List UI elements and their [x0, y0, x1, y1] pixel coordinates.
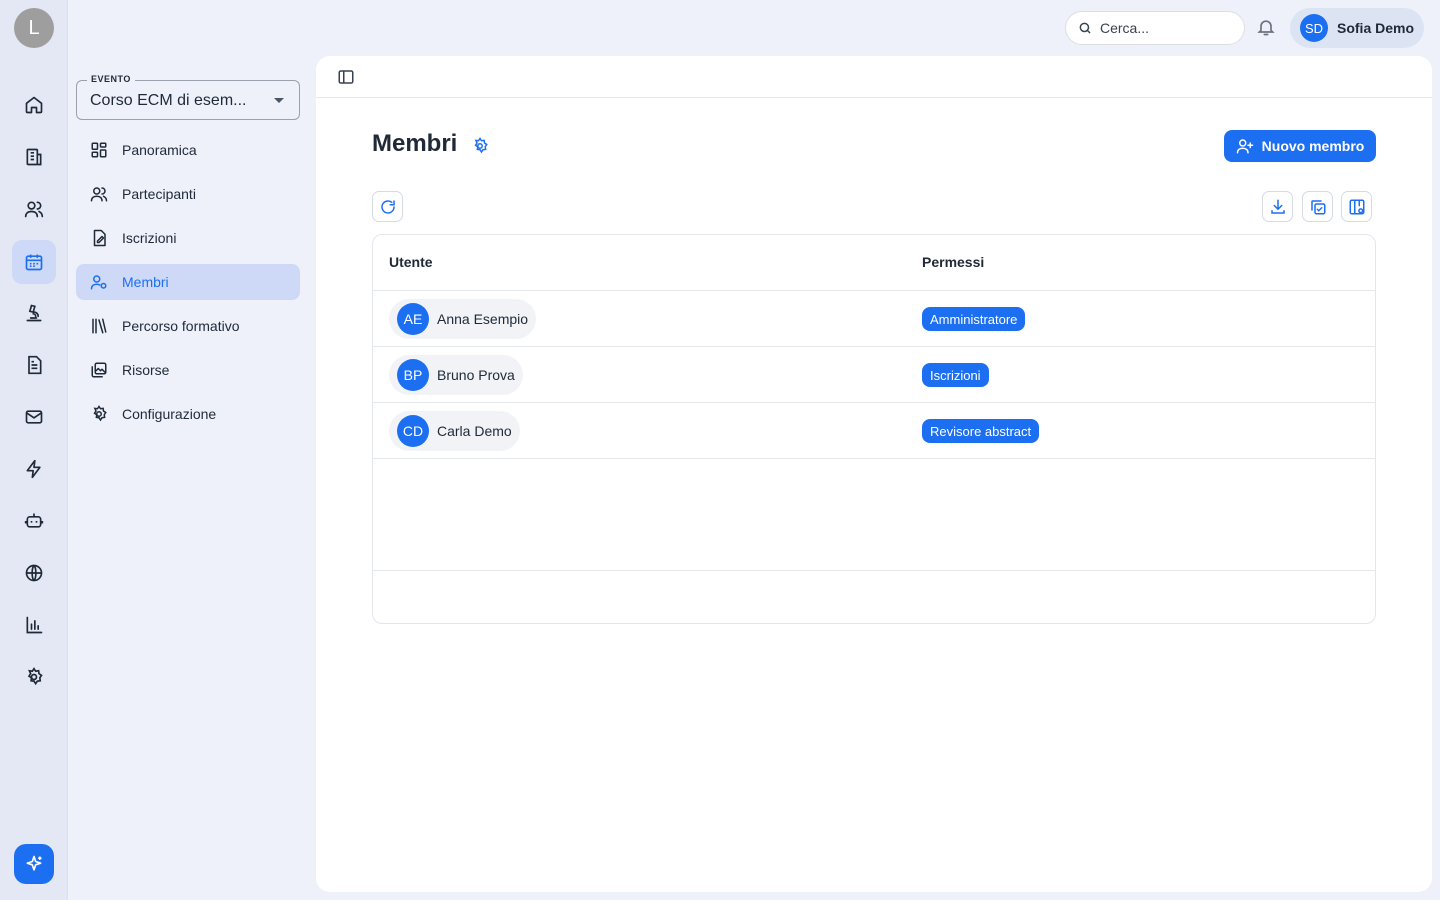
rail-home[interactable]: [12, 83, 56, 127]
columns-settings-icon: [1349, 199, 1364, 214]
gear-icon: [93, 405, 107, 422]
sidebar-item-label: Partecipanti: [122, 186, 196, 202]
user-name: Anna Esempio: [437, 311, 529, 327]
column-header-utente[interactable]: Utente: [389, 254, 433, 270]
users-icon: [24, 201, 44, 218]
avatar: CD: [397, 415, 429, 447]
images-icon: [91, 362, 107, 378]
search-icon: [1079, 22, 1091, 34]
sidebar-item-label: Iscrizioni: [122, 230, 177, 246]
new-member-button[interactable]: Nuovo membro: [1224, 130, 1376, 162]
home-icon: [25, 96, 43, 114]
notifications-button[interactable]: [1256, 17, 1278, 39]
sidebar-item-membri[interactable]: Membri: [76, 264, 300, 300]
sidebar-item-label: Percorso formativo: [122, 318, 240, 334]
bar-chart-icon: [26, 616, 43, 634]
sidebar-item-partecipanti[interactable]: Partecipanti: [76, 176, 300, 212]
sidebar-item-label: Panoramica: [122, 142, 197, 158]
table-header: Utente Permessi: [373, 235, 1375, 291]
table-footer: [373, 570, 1375, 571]
app-rail: L: [0, 0, 68, 900]
page-settings-button[interactable]: [471, 137, 489, 155]
search-placeholder: Cerca...: [1100, 20, 1150, 36]
event-select-label: EVENTO: [87, 74, 135, 84]
rail-analytics[interactable]: [12, 603, 56, 647]
main-panel: Membri Nuovo membro Utente Permessi AE A…: [316, 56, 1432, 892]
user-chip[interactable]: BP Bruno Prova: [389, 355, 523, 395]
permission-badge: Iscrizioni: [922, 363, 989, 387]
user-chip[interactable]: AE Anna Esempio: [389, 299, 537, 339]
users-icon: [90, 187, 108, 202]
workspace-avatar[interactable]: L: [14, 8, 54, 48]
column-header-permessi[interactable]: Permessi: [922, 254, 984, 270]
rail-mail[interactable]: [12, 395, 56, 439]
sidebar-item-panoramica[interactable]: Panoramica: [76, 132, 300, 168]
library-icon: [92, 318, 107, 334]
permission-badge: Revisore abstract: [922, 419, 1040, 443]
user-name: Sofia Demo: [1337, 20, 1415, 36]
mail-icon: [25, 410, 43, 424]
user-chip[interactable]: CD Carla Demo: [389, 411, 520, 451]
add-user-icon: [1236, 139, 1253, 154]
microscope-icon: [26, 304, 42, 322]
globe-icon: [25, 564, 43, 582]
user-menu[interactable]: SD Sofia Demo: [1290, 8, 1424, 48]
sidebar-toggle-button[interactable]: [337, 68, 355, 86]
page-title: Membri: [372, 130, 458, 157]
rail-automations[interactable]: [12, 447, 56, 491]
sidebar-item-label: Risorse: [122, 362, 170, 378]
sidebar-toggle-icon: [338, 70, 354, 84]
user-avatar: SD: [1300, 14, 1328, 42]
download-button[interactable]: [1262, 191, 1293, 222]
sidebar-item-risorse[interactable]: Risorse: [76, 352, 300, 388]
refresh-button[interactable]: [372, 191, 403, 222]
event-select[interactable]: EVENTO Corso ECM di esem...: [76, 74, 300, 120]
select-all-button[interactable]: [1302, 191, 1333, 222]
table-row[interactable]: CD Carla Demo Revisore abstract: [373, 403, 1375, 459]
gear-icon: [474, 137, 488, 154]
user-name: Bruno Prova: [437, 367, 515, 383]
members-table: Utente Permessi AE Anna Esempio Amminist…: [372, 234, 1376, 624]
avatar: AE: [397, 303, 429, 335]
rail-web[interactable]: [12, 551, 56, 595]
gear-icon: [27, 667, 43, 686]
building-icon: [26, 148, 42, 166]
dashboard-icon: [91, 142, 107, 158]
panel-toolbar: [316, 56, 1432, 98]
refresh-icon: [380, 199, 395, 214]
member-icon: [90, 275, 107, 290]
table-row[interactable]: BP Bruno Prova Iscrizioni: [373, 347, 1375, 403]
download-icon: [1270, 199, 1285, 214]
calendar-icon: [25, 254, 43, 271]
rail-bot[interactable]: [12, 499, 56, 543]
registration-icon: [93, 229, 106, 247]
sidebar-item-iscrizioni[interactable]: Iscrizioni: [76, 220, 300, 256]
document-icon: [28, 355, 42, 375]
search-input[interactable]: Cerca...: [1065, 11, 1245, 45]
event-select-value: Corso ECM di esem...: [90, 92, 247, 109]
rail-settings[interactable]: [12, 655, 56, 699]
rail-documents[interactable]: [12, 343, 56, 387]
user-name: Carla Demo: [437, 423, 512, 439]
sidebar-item-label: Configurazione: [122, 406, 217, 422]
new-member-label: Nuovo membro: [1261, 138, 1365, 154]
rail-users[interactable]: [12, 187, 56, 231]
robot-icon: [24, 513, 44, 528]
table-row[interactable]: AE Anna Esempio Amministratore: [373, 291, 1375, 347]
sidebar-item-label: Membri: [122, 274, 169, 290]
bell-icon: [1257, 20, 1275, 36]
sidebar-item-percorso-formativo[interactable]: Percorso formativo: [76, 308, 300, 344]
permission-badge: Amministratore: [922, 307, 1026, 331]
columns-settings-button[interactable]: [1341, 191, 1372, 222]
sidebar-item-configurazione[interactable]: Configurazione: [76, 396, 300, 432]
rail-buildings[interactable]: [12, 135, 56, 179]
ai-assistant-button[interactable]: [14, 844, 54, 884]
sparkles-icon: [26, 855, 42, 871]
rail-calendar[interactable]: [12, 240, 56, 284]
bolt-icon: [26, 459, 41, 479]
caret-down-icon: [274, 98, 284, 103]
avatar: BP: [397, 359, 429, 391]
rail-microscope[interactable]: [12, 291, 56, 335]
copy-check-icon: [1310, 199, 1325, 214]
